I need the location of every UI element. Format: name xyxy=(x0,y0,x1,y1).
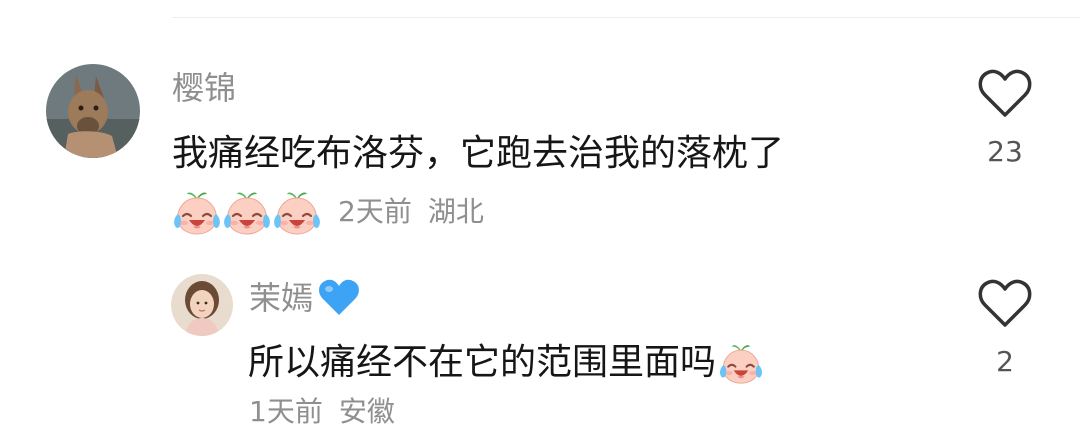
crying-laughing-peach-emoji xyxy=(172,188,222,236)
like-count: 2 xyxy=(996,345,1014,378)
username[interactable]: 樱锦 xyxy=(172,68,236,108)
blue-heart-emoji xyxy=(317,278,361,318)
comment-time: 2天前 xyxy=(338,195,412,228)
comment-time: 1天前 xyxy=(249,395,323,428)
crying-laughing-peach-emoji xyxy=(222,188,272,236)
heart-outline-icon[interactable] xyxy=(977,68,1033,120)
avatar[interactable] xyxy=(46,64,140,158)
comment-meta: 2天前 湖北 xyxy=(172,188,484,236)
crying-laughing-peach-emoji xyxy=(272,188,322,236)
comment-text[interactable]: 所以痛经不在它的范围里面吗 xyxy=(248,340,766,386)
comment-location: 湖北 xyxy=(427,195,484,228)
avatar[interactable] xyxy=(171,274,233,336)
username-text[interactable]: 茉嫣 xyxy=(249,278,313,318)
comment-text-body[interactable]: 所以痛经不在它的范围里面吗 xyxy=(248,340,716,386)
top-divider xyxy=(172,17,1080,18)
comment-meta: 1天前 安徽 xyxy=(249,392,395,432)
crying-laughing-peach-emoji xyxy=(718,341,764,385)
username[interactable]: 茉嫣 xyxy=(249,278,361,318)
like-count: 23 xyxy=(987,135,1023,168)
comment-location: 安徽 xyxy=(338,395,395,428)
comment-text[interactable]: 我痛经吃布洛芬，它跑去治我的落枕了 xyxy=(172,131,784,177)
heart-outline-icon[interactable] xyxy=(977,278,1033,330)
